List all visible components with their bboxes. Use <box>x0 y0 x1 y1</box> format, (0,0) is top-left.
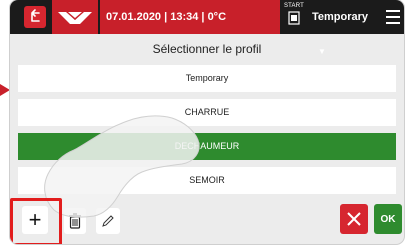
brand-logo <box>52 0 98 34</box>
ok-button[interactable]: OK <box>374 204 402 234</box>
device-screen: 07.01.2020 | 13:34 | 0°C START Temporary… <box>10 0 404 244</box>
back-arrow-icon <box>31 9 40 22</box>
top-bar: 07.01.2020 | 13:34 | 0°C START Temporary… <box>10 0 404 56</box>
profile-item[interactable]: Temporary <box>18 65 396 92</box>
cancel-button[interactable] <box>340 204 368 234</box>
start-button[interactable]: START <box>282 3 306 31</box>
page-title: Sélectionner le profil <box>152 42 262 56</box>
add-button-highlight <box>10 198 62 244</box>
logo-icon <box>58 12 92 24</box>
datetime-status: 07.01.2020 | 13:34 | 0°C <box>100 0 280 34</box>
pointer-arrow-icon <box>0 84 10 96</box>
close-icon <box>347 212 361 226</box>
start-icon <box>288 11 300 25</box>
menu-icon[interactable] <box>386 10 400 24</box>
start-label: START <box>283 3 305 9</box>
back-button[interactable] <box>24 6 46 28</box>
profile-dropdown[interactable]: Temporary ▼ <box>312 0 382 56</box>
current-profile-label: Temporary <box>312 11 369 23</box>
